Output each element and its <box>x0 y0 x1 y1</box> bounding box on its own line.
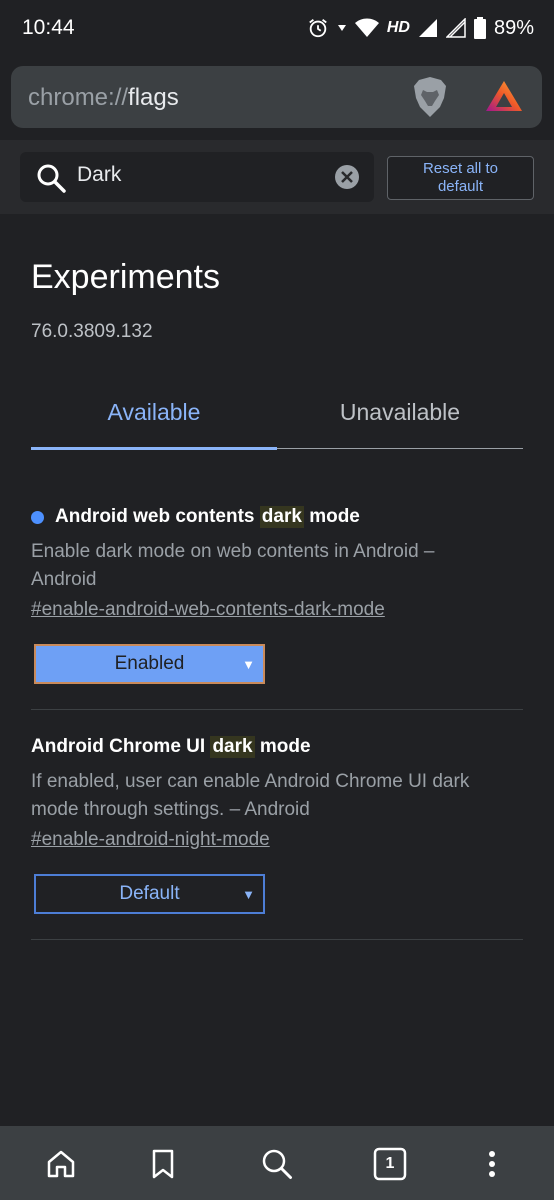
alarm-icon <box>309 19 327 38</box>
home-icon <box>47 1150 75 1178</box>
tab-available[interactable]: Available <box>31 375 277 450</box>
page-title: Experiments <box>31 258 220 296</box>
experiment-link[interactable]: #enable-android-night-mode <box>31 829 270 851</box>
search-highlight: dark <box>210 736 255 758</box>
clear-search-icon[interactable] <box>334 164 360 190</box>
experiment-select[interactable]: Enabled ▼ <box>34 644 265 684</box>
url-scheme: chrome:// <box>28 84 129 111</box>
url-path: flags <box>128 84 179 111</box>
divider <box>31 709 523 710</box>
modified-dot-icon <box>31 510 44 524</box>
data-arrow-icon <box>337 25 346 31</box>
home-button[interactable] <box>41 1144 81 1184</box>
tab-bar: Available Unavailable <box>31 375 523 450</box>
experiment-title: Android Chrome UI dark mode <box>31 736 311 758</box>
battery-icon <box>473 17 486 39</box>
tab-switcher-button[interactable]: 1 <box>370 1144 410 1184</box>
wifi-icon <box>354 18 379 37</box>
search-input[interactable]: Dark <box>77 163 121 187</box>
more-vert-icon <box>489 1151 495 1177</box>
tab-unavailable[interactable]: Unavailable <box>277 375 523 450</box>
tab-count: 1 <box>385 1155 395 1172</box>
divider <box>31 939 523 940</box>
select-value: Enabled <box>114 653 185 674</box>
search-highlight: dark <box>259 506 304 528</box>
search-icon <box>37 164 66 193</box>
experiment-title: Android web contents dark mode <box>31 506 523 528</box>
network-type: HD <box>386 19 410 36</box>
experiment-item: Android Chrome UI dark mode If enabled, … <box>31 736 523 914</box>
search-button[interactable] <box>257 1144 297 1184</box>
bottom-toolbar: 1 <box>0 1126 554 1200</box>
search-box[interactable]: Dark <box>20 152 374 202</box>
version-text: 76.0.3809.132 <box>31 321 153 342</box>
status-icons: HD 89% <box>307 15 534 41</box>
brave-rewards-icon[interactable] <box>484 77 524 117</box>
signal-empty-icon <box>445 18 466 38</box>
url-text[interactable]: chrome://flags <box>28 84 179 112</box>
experiment-description: Enable dark mode on web contents in Andr… <box>31 541 435 590</box>
bookmarks-button[interactable] <box>143 1144 183 1184</box>
experiment-link[interactable]: #enable-android-web-contents-dark-mode <box>31 599 385 621</box>
reset-all-button[interactable]: Reset all to default <box>387 156 534 200</box>
status-bar: 10:44 HD 89% <box>0 0 554 56</box>
dropdown-arrow-icon: ▼ <box>242 887 255 902</box>
signal-icon <box>418 19 437 37</box>
search-icon <box>262 1149 292 1179</box>
more-menu-button[interactable] <box>472 1144 512 1184</box>
experiment-select[interactable]: Default ▼ <box>34 874 265 914</box>
flags-search-row: Dark Reset all to default <box>0 140 554 214</box>
active-tab-indicator <box>31 447 277 450</box>
select-value: Default <box>119 883 180 904</box>
bookmark-icon <box>152 1149 174 1179</box>
dropdown-arrow-icon: ▼ <box>242 657 255 672</box>
status-time: 10:44 <box>22 16 75 39</box>
toolbar: chrome://flags <box>0 56 554 142</box>
brave-shields-icon[interactable] <box>411 76 449 118</box>
battery-percent: 89% <box>493 16 534 39</box>
experiment-description: If enabled, user can enable Android Chro… <box>31 771 470 820</box>
url-field[interactable]: chrome://flags <box>11 66 542 128</box>
experiment-item: Android web contents dark mode Enable da… <box>31 506 523 684</box>
reset-all-label: Reset all to default <box>422 160 499 195</box>
